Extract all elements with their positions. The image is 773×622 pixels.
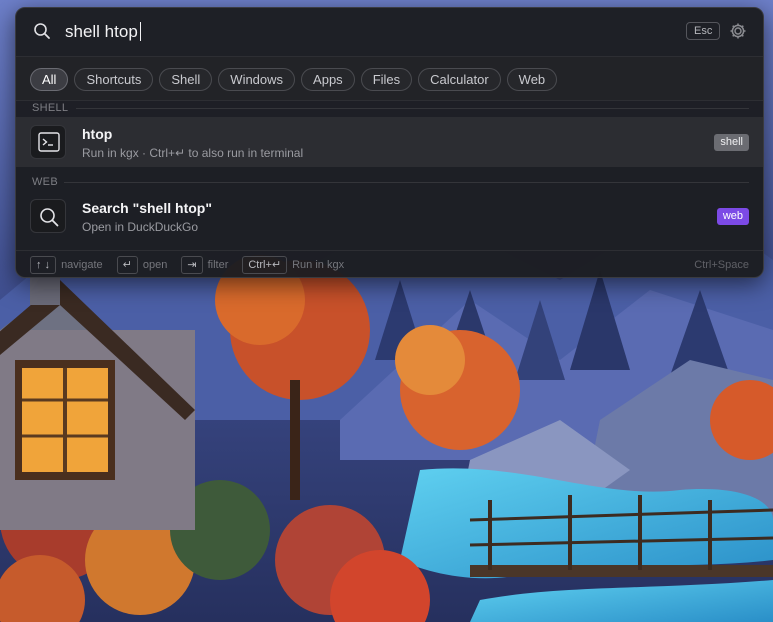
filter-chip-all[interactable]: All	[30, 68, 69, 91]
result-title: Search "shell htop"	[82, 200, 212, 216]
enter-key: ↵	[116, 256, 138, 274]
navigate-hint: navigate	[61, 259, 103, 271]
filter-chip-calculator[interactable]: Calculator	[418, 68, 501, 91]
section-label-web: WEB	[32, 176, 58, 188]
launcher-window: Esc All Shortcuts Shell Windows Apps Fil…	[15, 7, 764, 278]
search-input[interactable]	[65, 19, 625, 45]
navigate-key: ↑ ↓	[30, 256, 57, 274]
search-icon	[30, 199, 66, 233]
search-icon	[34, 23, 50, 39]
filter-hint: filter	[207, 259, 229, 271]
result-subtitle: Run in kgx · Ctrl+↵ to also run in termi…	[82, 146, 304, 160]
web-badge: web	[716, 208, 749, 225]
keyboard-hints-footer: ↑ ↓ navigate ↵ open ⇥ filter Ctrl+↵ Run …	[16, 250, 763, 277]
filter-chip-apps[interactable]: Apps	[301, 68, 355, 91]
run-in-kgx-hint: Run in kgx	[292, 259, 345, 271]
result-row-htop[interactable]: htop Run in kgx · Ctrl+↵ to also run in …	[16, 117, 763, 167]
filter-bar: All Shortcuts Shell Windows Apps Files C…	[16, 56, 763, 101]
search-row: Esc	[16, 8, 763, 56]
section-label-shell: SHELL	[32, 102, 69, 114]
ctrl-enter-key: Ctrl+↵	[242, 256, 288, 274]
filter-chip-windows[interactable]: Windows	[218, 68, 296, 91]
result-title: htop	[82, 126, 113, 142]
filter-chip-shell[interactable]: Shell	[159, 68, 213, 91]
result-subtitle: Open in DuckDuckGo	[82, 220, 199, 234]
open-hint: open	[142, 259, 168, 271]
gear-icon[interactable]	[729, 22, 747, 40]
shell-badge: shell	[714, 134, 749, 151]
filter-chip-files[interactable]: Files	[360, 68, 413, 91]
text-cursor	[140, 22, 141, 41]
filter-chip-shortcuts[interactable]: Shortcuts	[74, 68, 154, 91]
section-divider	[64, 182, 749, 183]
toggle-shortcut-label: Ctrl+Space	[694, 259, 749, 271]
result-row-web-search[interactable]: Search "shell htop" Open in DuckDuckGo w…	[16, 191, 763, 241]
terminal-icon	[30, 125, 66, 159]
tab-key: ⇥	[181, 256, 203, 274]
section-divider	[76, 108, 749, 109]
filter-chip-web[interactable]: Web	[506, 68, 558, 91]
escape-key-badge[interactable]: Esc	[686, 22, 721, 40]
